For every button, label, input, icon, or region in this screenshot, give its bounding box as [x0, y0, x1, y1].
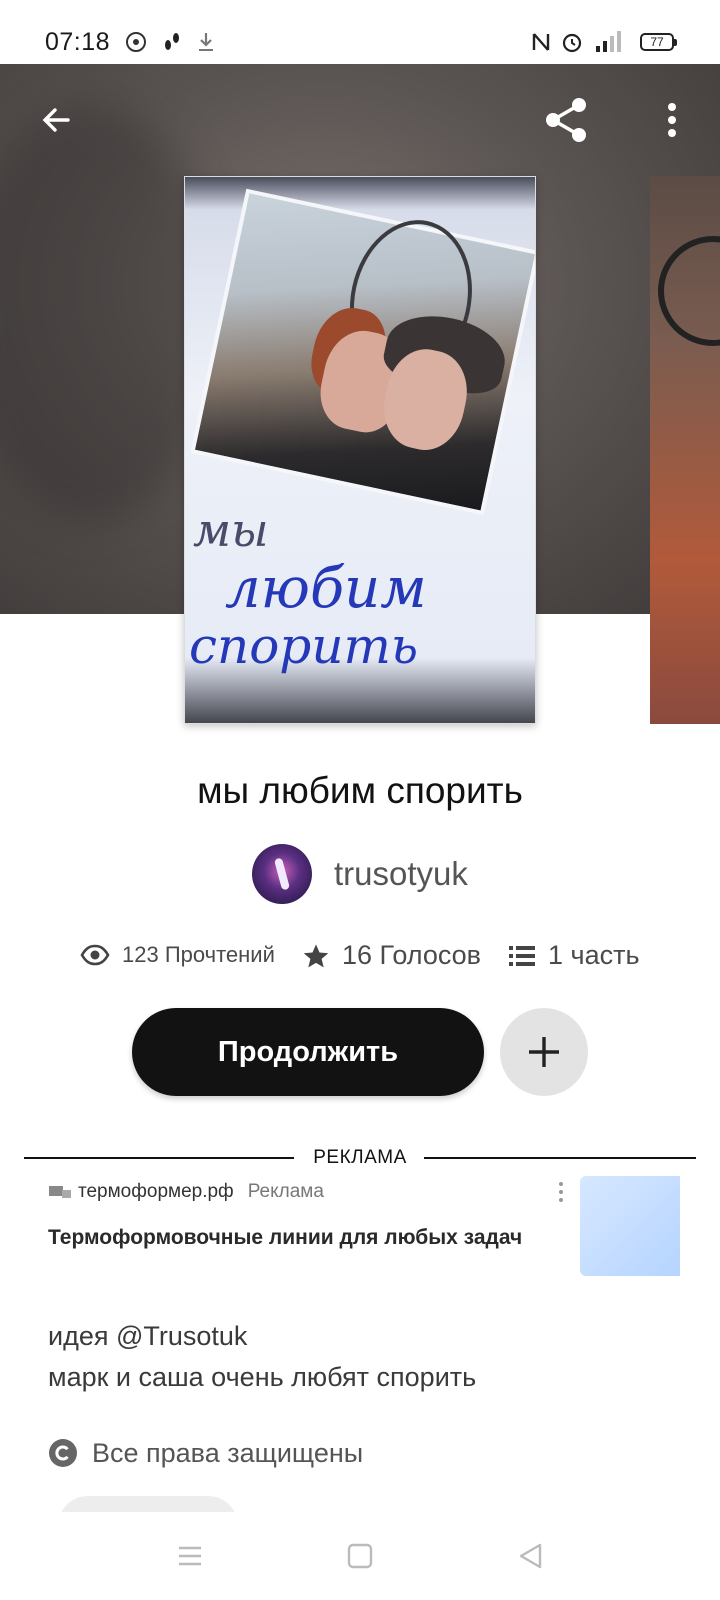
next-story-cover[interactable] — [650, 176, 720, 724]
cover-photo — [190, 188, 535, 516]
signal-icon — [596, 31, 621, 52]
story-description: идея @Trusotuk марк и саша очень любят с… — [48, 1316, 476, 1398]
home-button[interactable] — [336, 1532, 384, 1580]
copyright-icon — [49, 1439, 77, 1467]
description-line: идея @Trusotuk — [48, 1321, 248, 1351]
continue-reading-button[interactable]: Продолжить — [132, 1008, 484, 1096]
share-button[interactable] — [536, 90, 596, 150]
more-vertical-icon — [668, 103, 676, 137]
nfc-icon — [532, 33, 550, 51]
ad-image[interactable] — [580, 1176, 680, 1276]
copyright-row: Все права защищены — [48, 1436, 363, 1470]
story-cover[interactable]: мы любим спорить — [184, 176, 536, 724]
ad-header: термоформер.рф Реклама — [48, 1180, 324, 1204]
menu-icon — [179, 1546, 201, 1566]
advertiser-logo-icon — [49, 1186, 71, 1198]
more-options-button[interactable] — [642, 90, 702, 150]
votes-stat: 16 Голосов — [302, 940, 481, 971]
download-icon — [199, 33, 213, 51]
recent-apps-button[interactable] — [166, 1532, 214, 1580]
ad-site[interactable]: термоформер.рф — [78, 1181, 234, 1203]
ad-section-label: РЕКЛАМА — [313, 1147, 407, 1168]
back-triangle-icon — [519, 1543, 542, 1569]
share-icon — [546, 98, 586, 142]
home-square-icon — [347, 1543, 373, 1569]
ad-section-divider: РЕКЛАМА — [24, 1147, 696, 1169]
battery-indicator: 77 — [640, 33, 677, 51]
alarm-icon — [562, 33, 582, 53]
author-name: trusotyuk — [334, 855, 468, 892]
steps-icon — [165, 33, 179, 50]
plus-icon — [529, 1037, 559, 1067]
eye-icon — [80, 944, 110, 966]
reads-stat: 123 Прочтений — [80, 942, 275, 968]
status-bar: 07:18 77 — [0, 0, 720, 64]
system-nav-bar — [0, 1512, 720, 1600]
copyright-text: Все права защищены — [92, 1437, 364, 1468]
system-back-button[interactable] — [506, 1532, 554, 1580]
description-line: марк и саша очень любят спорить — [48, 1362, 477, 1392]
author-link[interactable]: trusotyuk — [252, 844, 468, 904]
ad-title[interactable]: Термоформовочные линии для любых задач — [48, 1226, 522, 1250]
back-button[interactable] — [26, 90, 86, 150]
status-time: 07:18 — [45, 28, 111, 56]
record-icon — [126, 32, 146, 52]
ad-more-icon[interactable] — [556, 1180, 566, 1204]
arrow-left-icon — [42, 108, 70, 132]
ad-tag: Реклама — [247, 1181, 324, 1202]
star-icon — [303, 943, 329, 967]
cover-title-art: мы любим спорить — [189, 503, 427, 675]
add-to-library-button[interactable] — [500, 1008, 588, 1096]
story-stats: 123 Прочтений 16 Голосов 1 часть — [0, 940, 720, 980]
avatar — [252, 844, 312, 904]
story-title: мы любим спорить — [197, 770, 523, 811]
list-icon — [509, 945, 535, 966]
parts-stat: 1 часть — [508, 940, 640, 971]
